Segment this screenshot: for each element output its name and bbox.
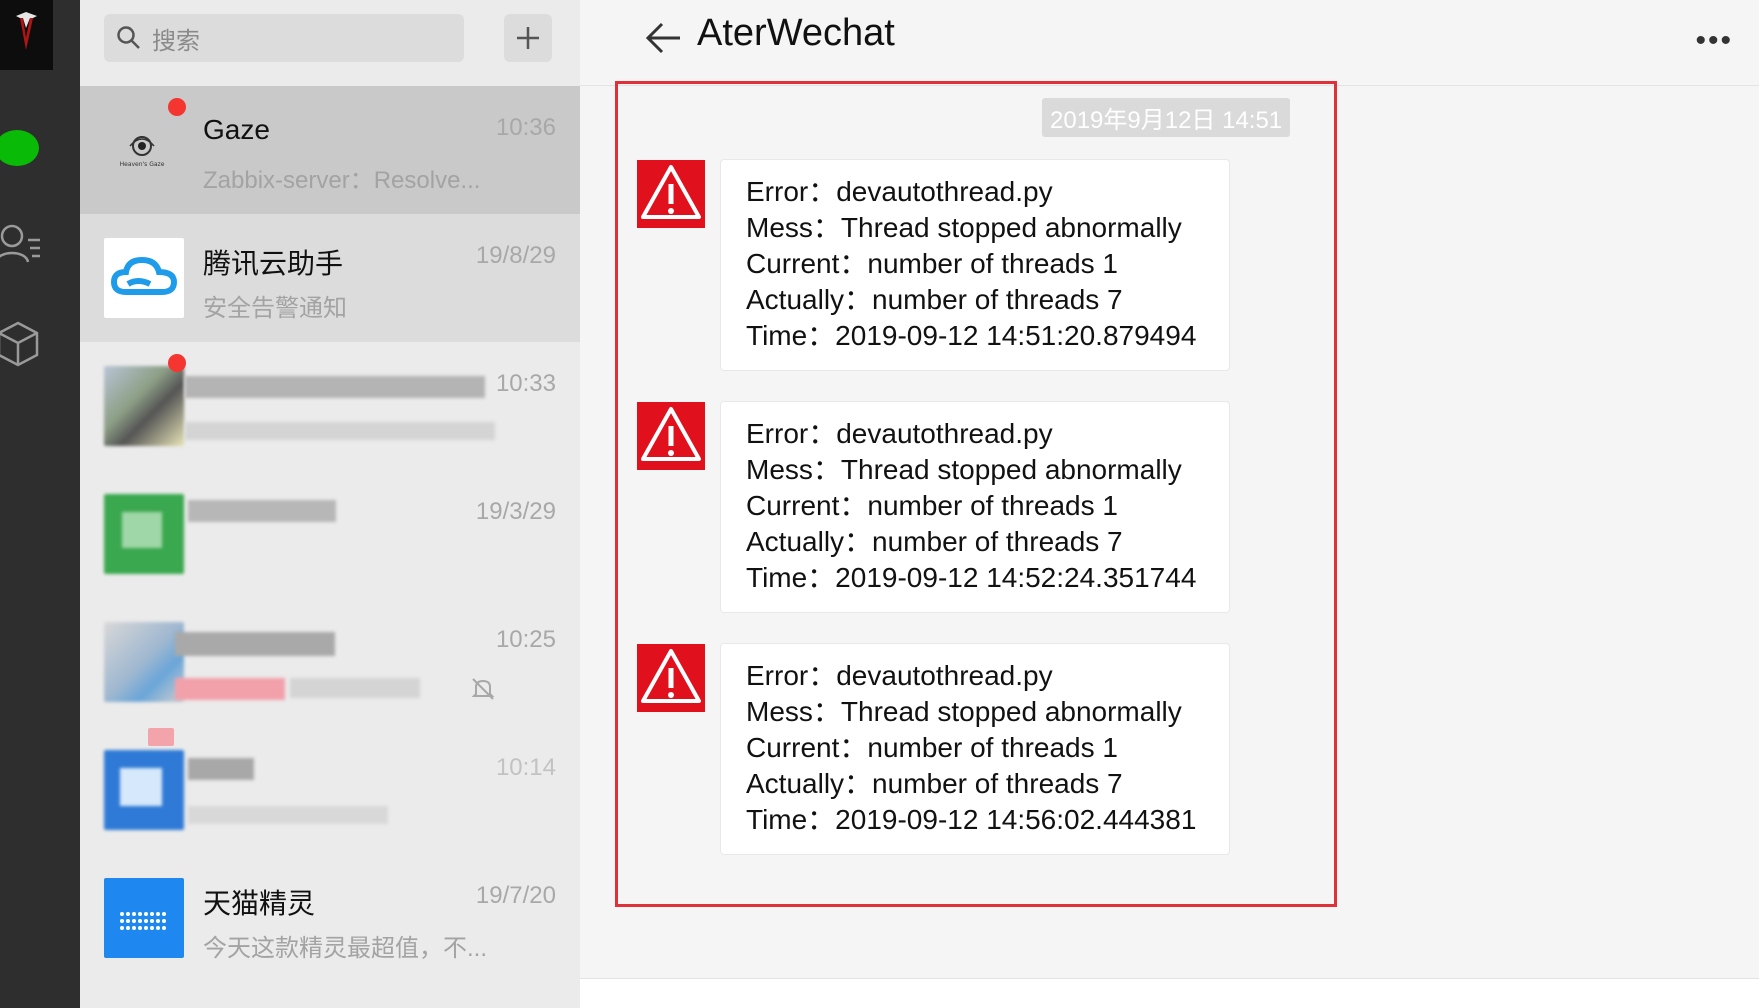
time-line: Time：2019-09-12 14:56:02.444381: [746, 804, 1197, 835]
warning-avatar[interactable]: [637, 402, 705, 470]
unread-dot: [168, 98, 186, 116]
unread-dot: [148, 728, 174, 746]
current-line: Current：number of threads 1: [746, 490, 1118, 521]
blurred-name: [188, 758, 254, 780]
time-line: Time：2019-09-12 14:52:24.351744: [746, 562, 1197, 593]
mess-line: Mess：Thread stopped abnormally: [746, 696, 1182, 727]
nav-rail: [0, 0, 80, 1008]
actually-line: Actually：number of threads 7: [746, 768, 1123, 799]
session-item[interactable]: 10:14: [80, 726, 580, 854]
current-line: Current：number of threads 1: [746, 732, 1118, 763]
favorites-cube-icon[interactable]: [0, 320, 40, 373]
chat-panel: AterWechat ••• 2019年9月12日 14:51 Error：de…: [580, 0, 1759, 1008]
session-avatar: [104, 494, 184, 574]
session-preview: 安全告警通知: [203, 295, 347, 322]
session-time: 19/8/29: [475, 242, 556, 269]
add-button[interactable]: [504, 14, 552, 62]
session-list: 搜索 Heaven's Gaze Gaze 10:36 Zabbix-serve…: [80, 0, 580, 1008]
session-avatar: [104, 750, 184, 830]
session-item[interactable]: Heaven's Gaze Gaze 10:36 Zabbix-server：R…: [80, 86, 580, 214]
blurred-preview: [188, 806, 388, 824]
unread-dot: [168, 354, 186, 372]
plus-icon: [517, 27, 539, 49]
blurred-name: [185, 376, 485, 398]
session-time: 10:36: [495, 114, 556, 141]
session-name: 天猫精灵: [203, 888, 316, 919]
search-input[interactable]: 搜索: [104, 14, 464, 62]
more-options-icon[interactable]: •••: [1695, 26, 1733, 56]
message-timestamp: 2019年9月12日 14:51: [1042, 98, 1291, 137]
actually-line: Actually：number of threads 7: [746, 526, 1123, 557]
message-bubble[interactable]: Error：devautothread.py Mess：Thread stopp…: [720, 401, 1230, 613]
error-line: Error：devautothread.py: [746, 176, 1053, 207]
search-placeholder: 搜索: [152, 27, 200, 55]
session-avatar: [104, 622, 184, 702]
current-line: Current：number of threads 1: [746, 248, 1118, 279]
warning-icon: [641, 407, 701, 461]
warning-avatar[interactable]: [637, 644, 705, 712]
tencent-cloud-avatar: [104, 238, 184, 318]
session-avatar: [104, 366, 184, 446]
mess-line: Mess：Thread stopped abnormally: [746, 454, 1182, 485]
chat-icon[interactable]: [0, 128, 42, 168]
session-time: 10:14: [495, 754, 556, 781]
mute-bell-icon: [471, 678, 495, 700]
session-name: Gaze: [203, 114, 270, 145]
back-arrow-icon[interactable]: [644, 20, 684, 56]
user-avatar[interactable]: [0, 0, 53, 70]
contacts-icon[interactable]: [0, 222, 42, 271]
session-preview: Zabbix-server：Resolve...: [203, 167, 481, 194]
message-bubble[interactable]: Error：devautothread.py Mess：Thread stopp…: [720, 643, 1230, 855]
search-icon: [117, 26, 140, 49]
actually-line: Actually：number of threads 7: [746, 284, 1123, 315]
tmall-genie-avatar: [104, 878, 184, 958]
session-preview: 今天这款精灵最超值，不...: [203, 935, 488, 962]
error-line: Error：devautothread.py: [746, 660, 1053, 691]
warning-avatar[interactable]: [637, 160, 705, 228]
blurred-preview: [175, 678, 285, 700]
avatar-logo-text: Heaven's Gaze: [120, 161, 165, 168]
blurred-name: [188, 500, 336, 522]
session-time: 10:33: [495, 370, 556, 397]
session-time: 10:25: [495, 626, 556, 653]
chat-title: AterWechat: [697, 12, 895, 54]
session-time: 19/3/29: [475, 498, 556, 525]
warning-icon: [641, 649, 701, 703]
error-line: Error：devautothread.py: [746, 418, 1053, 449]
session-item[interactable]: 天猫精灵 19/7/20 今天这款精灵最超值，不...: [80, 854, 580, 982]
message-input-area[interactable]: [580, 979, 1759, 1008]
session-item[interactable]: 19/3/29: [80, 470, 580, 598]
session-name: 腾讯云助手: [203, 248, 344, 279]
blurred-preview: [185, 422, 495, 440]
warning-icon: [641, 165, 701, 219]
session-item[interactable]: 10:33: [80, 342, 580, 470]
session-item[interactable]: 腾讯云助手 19/8/29 安全告警通知: [80, 214, 580, 342]
blurred-name: [175, 632, 335, 656]
session-item[interactable]: 10:25: [80, 598, 580, 726]
session-avatar: Heaven's Gaze: [104, 110, 184, 190]
blurred-preview: [290, 678, 420, 698]
message-bubble[interactable]: Error：devautothread.py Mess：Thread stopp…: [720, 159, 1230, 371]
time-line: Time：2019-09-12 14:51:20.879494: [746, 320, 1197, 351]
chat-header: AterWechat •••: [580, 0, 1759, 86]
mess-line: Mess：Thread stopped abnormally: [746, 212, 1182, 243]
session-time: 19/7/20: [475, 882, 556, 909]
